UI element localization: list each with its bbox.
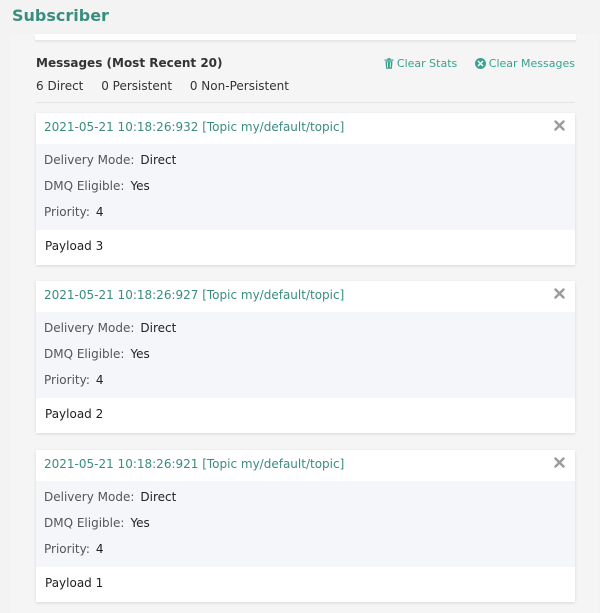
delivery-mode-label: Delivery Mode: — [44, 153, 135, 167]
dmq-eligible-value: Yes — [130, 516, 150, 530]
non-persistent-count: 0 Non-Persistent — [189, 79, 289, 93]
message-card-header: 2021-05-21 10:18:26:927 [Topic my/defaul… — [36, 281, 575, 312]
message-payload-row: Payload 1 — [36, 567, 575, 602]
message-title: 2021-05-21 10:18:26:921 [Topic my/defaul… — [44, 457, 345, 471]
close-icon[interactable] — [554, 457, 565, 468]
priority-value: 4 — [95, 205, 104, 219]
delivery-mode-field: Delivery Mode: Direct — [44, 321, 176, 335]
priority-value: 4 — [95, 542, 104, 556]
message-actions: Clear Stats Clear Messages — [370, 57, 575, 72]
message-properties: Delivery Mode: Direct DMQ Eligible: Yes Pr… — [36, 312, 575, 398]
page-title: Subscriber — [12, 6, 109, 25]
dmq-eligible-label: DMQ Eligible: — [44, 179, 125, 193]
message-payload-row: Payload 3 — [36, 230, 575, 265]
dmq-eligible-field: DMQ Eligible: Yes — [44, 516, 150, 530]
delivery-mode-field: Delivery Mode: Direct — [44, 490, 176, 504]
message-card-header: 2021-05-21 10:18:26:921 [Topic my/defaul… — [36, 450, 575, 481]
delivery-mode-value: Direct — [140, 321, 177, 335]
priority-label: Priority: — [44, 542, 90, 556]
message-card: 2021-05-21 10:18:26:927 [Topic my/defaul… — [36, 281, 575, 433]
x-circle-icon — [474, 58, 486, 69]
message-title: 2021-05-21 10:18:26:927 [Topic my/defaul… — [44, 288, 345, 302]
message-card: 2021-05-21 10:18:26:932 [Topic my/defaul… — [36, 113, 575, 265]
messages-title: Messages (Most Recent 20) — [36, 56, 223, 70]
message-payload: Payload 1 — [45, 576, 104, 590]
delivery-mode-label: Delivery Mode: — [44, 321, 135, 335]
trash-icon — [384, 58, 394, 69]
message-title: 2021-05-21 10:18:26:932 [Topic my/defaul… — [44, 120, 345, 134]
dmq-eligible-field: DMQ Eligible: Yes — [44, 347, 150, 361]
message-card-header: 2021-05-21 10:18:26:932 [Topic my/defaul… — [36, 113, 575, 144]
delivery-mode-field: Delivery Mode: Direct — [44, 153, 176, 167]
message-payload: Payload 2 — [45, 407, 104, 421]
delivery-mode-value: Direct — [140, 490, 177, 504]
priority-label: Priority: — [44, 205, 90, 219]
priority-field: Priority: 4 — [44, 542, 104, 556]
clear-messages-button[interactable]: Clear Messages — [474, 57, 575, 70]
close-icon[interactable] — [554, 120, 565, 131]
dmq-eligible-label: DMQ Eligible: — [44, 516, 125, 530]
dmq-eligible-field: DMQ Eligible: Yes — [44, 179, 150, 193]
persistent-count: 0 Persistent — [101, 79, 173, 93]
priority-label: Priority: — [44, 373, 90, 387]
message-card: 2021-05-21 10:18:26:921 [Topic my/defaul… — [36, 450, 575, 602]
dmq-eligible-value: Yes — [130, 347, 150, 361]
message-counts: 6 Direct 0 Persistent 0 Non-Persistent — [36, 79, 303, 93]
previous-card-edge — [35, 34, 576, 41]
dmq-eligible-value: Yes — [130, 179, 150, 193]
direct-count: 6 Direct — [36, 79, 84, 93]
priority-field: Priority: 4 — [44, 373, 104, 387]
clear-messages-label: Clear Messages — [488, 57, 575, 70]
clear-stats-button[interactable]: Clear Stats — [384, 57, 457, 70]
dmq-eligible-label: DMQ Eligible: — [44, 347, 125, 361]
delivery-mode-label: Delivery Mode: — [44, 490, 135, 504]
message-properties: Delivery Mode: Direct DMQ Eligible: Yes Pr… — [36, 481, 575, 567]
priority-value: 4 — [95, 373, 104, 387]
message-payload-row: Payload 2 — [36, 398, 575, 433]
delivery-mode-value: Direct — [140, 153, 177, 167]
message-payload: Payload 3 — [45, 239, 104, 253]
divider — [36, 102, 575, 103]
message-properties: Delivery Mode: Direct DMQ Eligible: Yes Pr… — [36, 144, 575, 230]
close-icon[interactable] — [554, 288, 565, 299]
priority-field: Priority: 4 — [44, 205, 104, 219]
clear-stats-label: Clear Stats — [396, 57, 458, 70]
